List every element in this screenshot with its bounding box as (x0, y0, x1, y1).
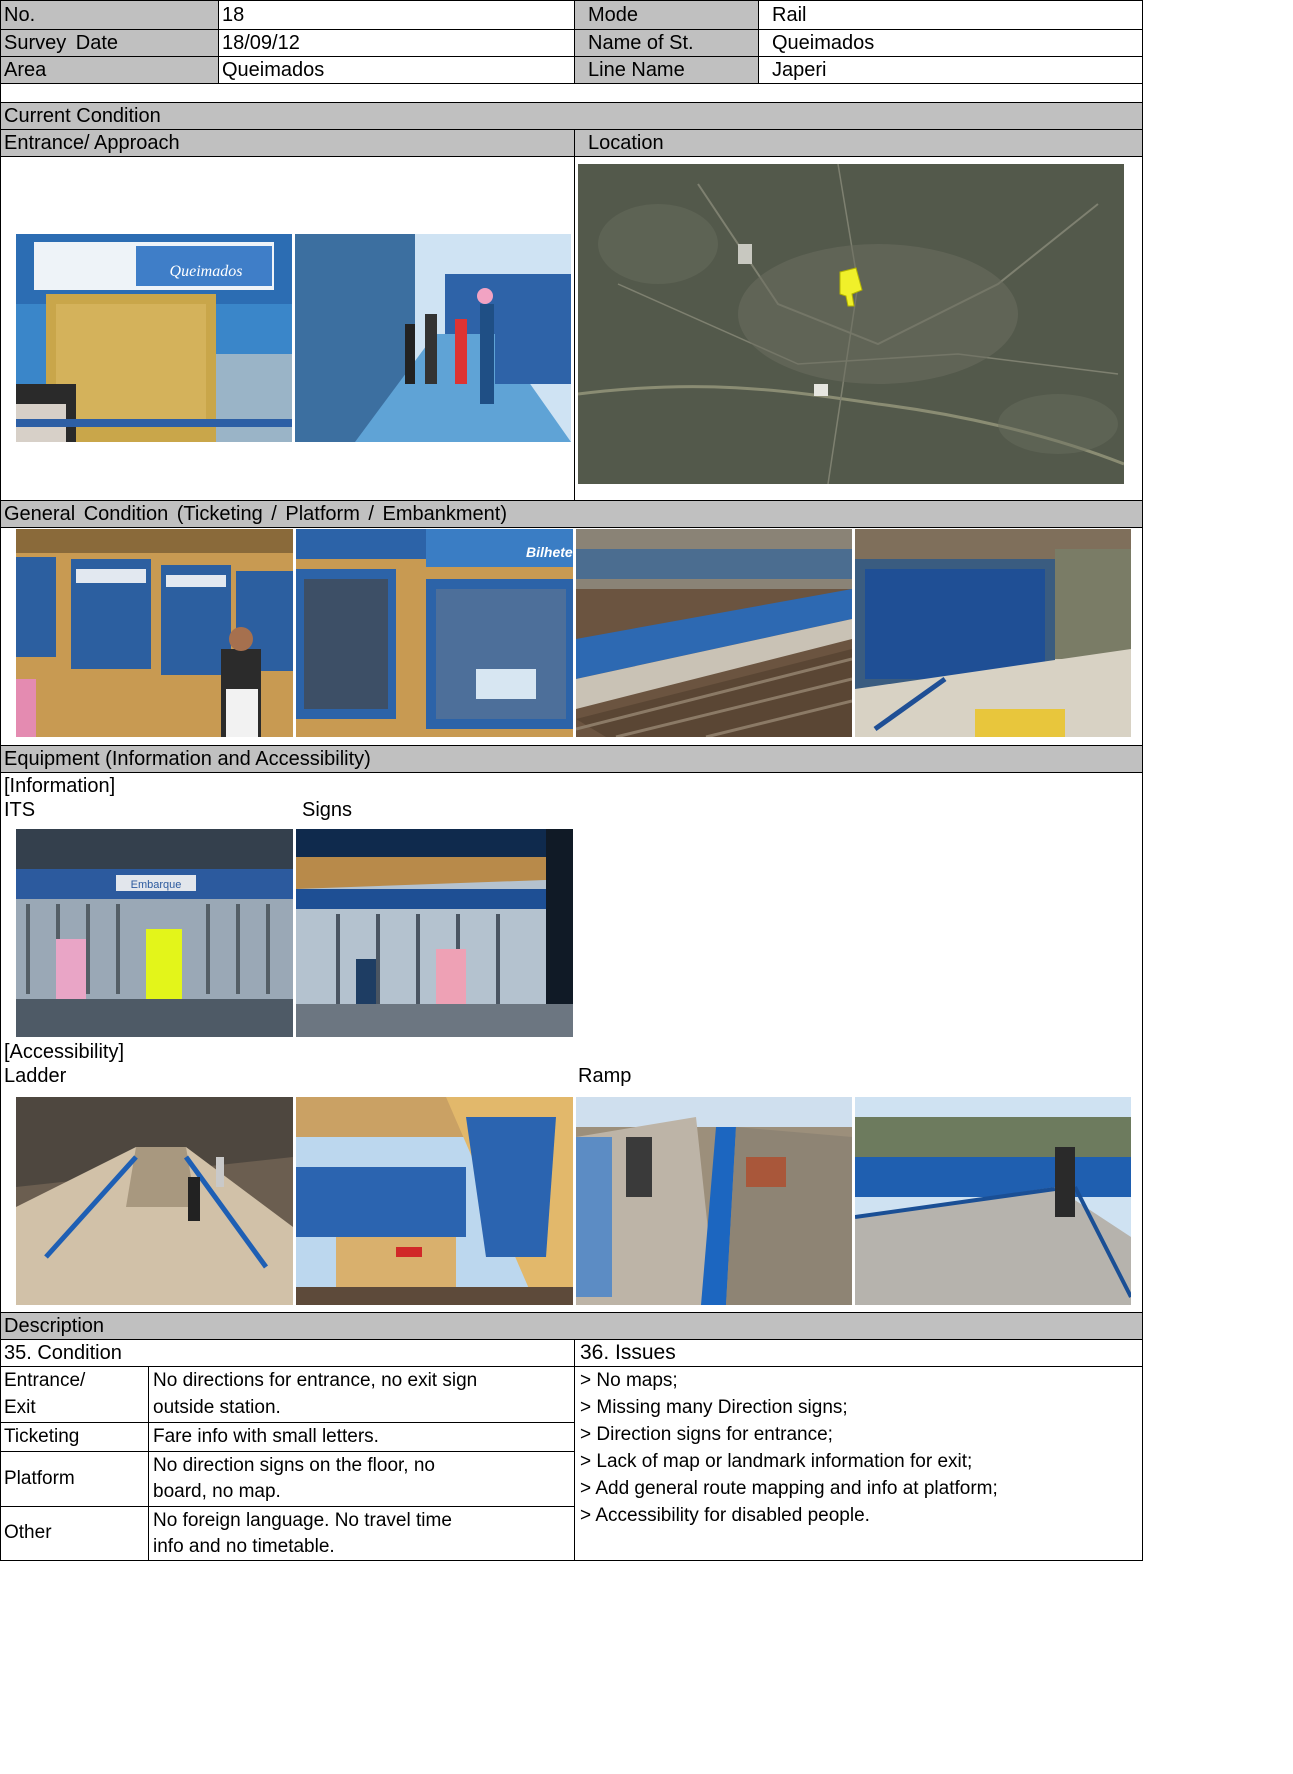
ramp-photo-ramp-deck (855, 1097, 1131, 1305)
header-line-value: Japeri (772, 59, 827, 81)
condition-entrance-label-1: Entrance/ (4, 1370, 86, 1391)
header-mode-value: Rail (772, 4, 807, 26)
entrance-photo-booth: Queimados (16, 234, 292, 442)
label-its: ITS (4, 799, 36, 821)
grid-line (574, 129, 575, 501)
grid-line (0, 1312, 1143, 1313)
section-location: Location (588, 132, 664, 154)
grid-line (0, 29, 1143, 30)
grid-line (148, 1366, 149, 1561)
header-station-label: Name of St. (588, 32, 694, 54)
header-no-label: No. (4, 4, 36, 26)
condition-other-text-1: No foreign language. No travel time (153, 1510, 452, 1531)
header-line-label: Line Name (588, 59, 685, 81)
condition-title: 35. Condition (4, 1342, 122, 1364)
header-area-label: Area (4, 59, 47, 81)
issues-title: 36. Issues (580, 1341, 676, 1364)
grid-line (0, 1366, 1143, 1367)
section-description: Description (4, 1315, 105, 1337)
header-station-value: Queimados (772, 32, 875, 54)
condition-platform-label: Platform (4, 1468, 75, 1489)
header-no-value: 18 (222, 4, 245, 26)
general-photo-platform (576, 529, 852, 737)
grid-line (0, 1451, 575, 1452)
grid-line (0, 0, 1, 1561)
grid-line (0, 102, 1143, 103)
band-current-condition (1, 103, 1142, 129)
grid-line (0, 500, 1143, 501)
grid-line (0, 56, 1143, 57)
general-photo-ticket-windows (16, 529, 293, 737)
grid-line (0, 1339, 1143, 1340)
condition-entrance-text-2: outside station. (153, 1397, 281, 1418)
header-mode-label: Mode (588, 4, 639, 26)
issue-item: > No maps; (580, 1370, 678, 1391)
grid-line (0, 129, 1143, 130)
condition-entrance-label-2: Exit (4, 1397, 36, 1418)
ladder-photo-stairs-down (16, 1097, 293, 1305)
condition-ticketing-text: Fare info with small letters. (153, 1426, 379, 1447)
grid-line (1142, 0, 1143, 1561)
general-photo-ticket-office: Bilhete (296, 529, 573, 737)
issue-item: > Add general route mapping and info at … (580, 1478, 998, 1499)
issue-item: > Direction signs for entrance; (580, 1424, 833, 1445)
entrance-photo-walkway (295, 234, 571, 442)
section-current-condition: Current Condition (4, 105, 161, 127)
signs-photo-gates (296, 829, 573, 1037)
location-map (578, 164, 1124, 484)
condition-other-label: Other (4, 1522, 52, 1543)
grid-line (0, 156, 1143, 157)
grid-line (0, 1506, 575, 1507)
label-signs: Signs (302, 799, 353, 821)
header-survey-date-value: 18/09/12 (222, 32, 300, 54)
issue-item: > Accessibility for disabled people. (580, 1505, 870, 1526)
its-photo-turnstiles: Embarque (16, 829, 293, 1037)
condition-ticketing-label: Ticketing (4, 1426, 80, 1447)
grid-line (574, 1339, 575, 1561)
header-area-value: Queimados (222, 59, 325, 81)
grid-line (0, 772, 1143, 773)
grid-line (0, 83, 1143, 84)
section-equipment: Equipment (Information and Accessibility… (4, 748, 371, 770)
condition-other-text-2: info and no timetable. (153, 1536, 335, 1557)
condition-platform-text-1: No direction signs on the floor, no (153, 1455, 436, 1476)
issue-item: > Lack of map or landmark information fo… (580, 1451, 973, 1472)
ticket-sign-text: Bilhete (526, 544, 573, 560)
label-information: [Information] (4, 775, 116, 797)
band-description (1, 1313, 1142, 1339)
grid-line (218, 0, 219, 84)
grid-line (0, 1422, 575, 1423)
grid-line (574, 0, 575, 84)
label-accessibility: [Accessibility] (4, 1041, 125, 1063)
grid-line (0, 527, 1143, 528)
general-photo-embankment (855, 529, 1131, 737)
section-general-condition: General Condition (Ticketing / Platform … (4, 503, 508, 525)
label-ladder: Ladder (4, 1065, 67, 1087)
grid-line (0, 745, 1143, 746)
ramp-photo-walkway (576, 1097, 852, 1305)
grid-line (758, 0, 759, 84)
its-sign-text: Embarque (131, 879, 182, 891)
label-ramp: Ramp (578, 1065, 632, 1087)
section-entrance-approach: Entrance/ Approach (4, 132, 180, 154)
grid-line (0, 0, 1143, 1)
condition-entrance-text-1: No directions for entrance, no exit sign (153, 1370, 478, 1391)
issue-item: > Missing many Direction signs; (580, 1397, 848, 1418)
entrance-sign-text: Queimados (170, 263, 243, 280)
ladder-photo-stair-structure (296, 1097, 573, 1305)
condition-platform-text-2: board, no map. (153, 1481, 281, 1502)
header-survey-date-label: Survey Date (4, 32, 119, 54)
grid-line (0, 1560, 1143, 1561)
